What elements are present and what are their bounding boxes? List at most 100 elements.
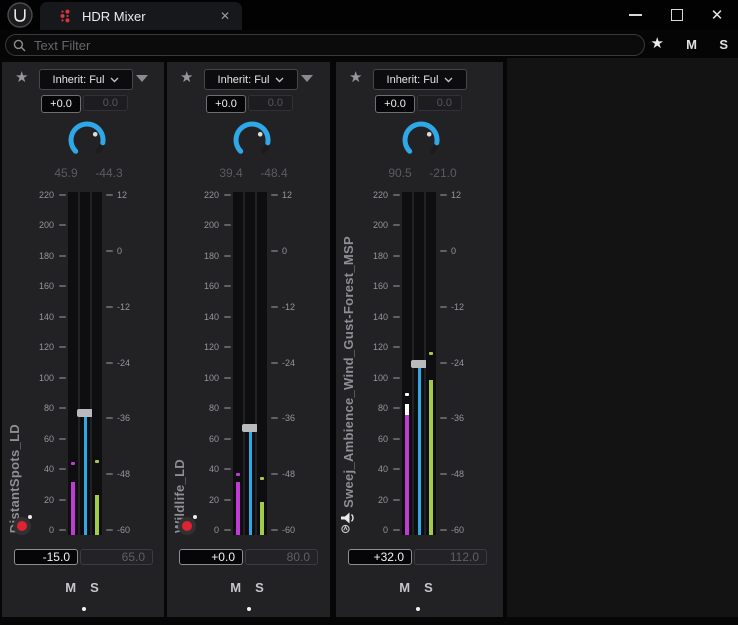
volume-scale-label: 180 xyxy=(167,251,231,261)
solo-all-button[interactable]: S xyxy=(719,37,728,52)
mute-button[interactable]: M xyxy=(230,580,241,595)
inherit-dropdown-label: Inherit: Ful xyxy=(386,73,439,86)
db-scale-label: -36 xyxy=(106,413,130,423)
solo-button[interactable]: S xyxy=(424,580,433,595)
gain-input[interactable]: +0.0 xyxy=(41,95,81,113)
db-scale-label: -48 xyxy=(440,469,464,479)
db-scale-label: -60 xyxy=(271,525,295,535)
db-scale-label: 0 xyxy=(106,246,122,256)
volume-scale-label: 220 xyxy=(2,190,66,200)
window-minimize-button[interactable] xyxy=(618,0,652,30)
preset-expand-arrow[interactable] xyxy=(136,75,148,82)
output-meter-track xyxy=(426,192,436,535)
inherit-dropdown[interactable]: Inherit: Ful xyxy=(373,69,467,90)
close-icon: ✕ xyxy=(710,6,724,24)
mixer-channel-strip: ★ Inherit: Ful +0.0 0.0 45.9 -44.3 220 20… xyxy=(2,62,164,617)
mixer-channel-strip: ★ Inherit: Ful +0.0 0.0 90.5 -21.0 220 20… xyxy=(336,62,503,617)
mute-solo-row: M S xyxy=(2,580,162,595)
mute-all-button[interactable]: M xyxy=(686,37,697,52)
solo-button[interactable]: S xyxy=(255,580,264,595)
db-scale-label: -24 xyxy=(106,358,130,368)
strip-indicator-dot xyxy=(82,607,86,611)
minimize-icon xyxy=(628,14,642,16)
search-icon xyxy=(13,39,26,51)
record-spark-dot xyxy=(193,515,197,519)
attenuation-input[interactable]: -15.0 xyxy=(14,549,78,565)
fader-level-line xyxy=(83,413,87,535)
volume-knob[interactable] xyxy=(399,118,443,162)
db-scale-label: -60 xyxy=(440,525,464,535)
record-dot xyxy=(17,521,27,531)
volume-scale-label: 80 xyxy=(167,403,231,413)
output-meter-bar xyxy=(95,495,99,535)
gain-input[interactable]: +0.0 xyxy=(375,95,415,113)
meter-readout-right: -48.4 xyxy=(260,166,288,180)
db-scale-label: -24 xyxy=(271,358,295,368)
knob-indicator-dot xyxy=(257,132,263,137)
db-scale-label: -36 xyxy=(271,413,295,423)
input-meter-bar xyxy=(405,414,409,535)
volume-knob[interactable] xyxy=(230,118,274,162)
window-maximize-button[interactable] xyxy=(660,0,694,30)
db-scale-label: -36 xyxy=(440,413,464,423)
hdr-mixer-window: { "window": { "tab": { "title": "HDR Mix… xyxy=(0,0,738,625)
output-level-value: 65.0 xyxy=(80,549,153,565)
record-arm-icon[interactable] xyxy=(178,515,197,535)
record-arm-icon[interactable] xyxy=(13,515,32,535)
volume-knob[interactable] xyxy=(65,118,109,162)
record-dot xyxy=(182,521,192,531)
db-scale-label: 12 xyxy=(440,190,461,200)
favorite-star-icon[interactable]: ★ xyxy=(180,70,193,86)
inherit-dropdown[interactable]: Inherit: Ful xyxy=(204,69,298,90)
fader-track[interactable] xyxy=(77,192,93,535)
mute-button[interactable]: M xyxy=(399,580,410,595)
volume-scale-label: 200 xyxy=(167,220,231,230)
favorite-star-icon[interactable]: ★ xyxy=(349,70,362,86)
db-scale-label: 12 xyxy=(271,190,292,200)
gain-secondary-value[interactable]: 0.0 xyxy=(83,95,128,111)
inherit-dropdown[interactable]: Inherit: Ful xyxy=(39,69,133,90)
volume-scale-label: 180 xyxy=(2,251,66,261)
window-close-button[interactable]: ✕ xyxy=(700,0,734,30)
mute-button[interactable]: M xyxy=(65,580,76,595)
gain-secondary-value[interactable]: 0.0 xyxy=(417,95,462,111)
fader-handle[interactable] xyxy=(242,424,258,433)
volume-scale-label: 140 xyxy=(2,312,66,322)
tab-hdr-mixer[interactable]: HDR Mixer ✕ xyxy=(40,2,242,30)
mute-solo-row: M S xyxy=(167,580,327,595)
favorite-star-icon[interactable]: ★ xyxy=(15,70,28,86)
output-meter-track xyxy=(257,192,267,535)
db-scale-label: 0 xyxy=(440,246,456,256)
meter-zone: 220 200 180 160 140 120 100 80 60 40 20 0 12 0 -12 -24… xyxy=(2,190,164,535)
fader-handle[interactable] xyxy=(77,409,93,418)
output-meter-track xyxy=(92,192,102,535)
preset-expand-arrow[interactable] xyxy=(301,75,313,82)
output-meter-peak-marker xyxy=(429,352,433,356)
db-scale-label: -60 xyxy=(106,525,130,535)
gain-secondary-value[interactable]: 0.0 xyxy=(248,95,293,111)
chevron-down-icon xyxy=(444,77,453,82)
input-meter-peak-marker xyxy=(71,461,75,465)
solo-button[interactable]: S xyxy=(90,580,99,595)
speaker-icon[interactable] xyxy=(339,509,359,535)
gain-input[interactable]: +0.0 xyxy=(206,95,246,113)
search-input[interactable] xyxy=(32,36,644,54)
record-spark-dot xyxy=(28,515,32,519)
fader-track[interactable] xyxy=(411,192,427,535)
db-scale-label: -48 xyxy=(106,469,130,479)
tab-close-icon[interactable]: ✕ xyxy=(220,9,230,23)
volume-scale-label: 100 xyxy=(167,373,231,383)
mixer-channel-strip: ★ Inherit: Ful +0.0 0.0 39.4 -48.4 220 20… xyxy=(167,62,330,617)
fader-track[interactable] xyxy=(242,192,258,535)
fader-level-line xyxy=(417,364,421,535)
favorites-filter-star-icon[interactable]: ★ xyxy=(651,35,664,53)
volume-scale-label: 100 xyxy=(2,373,66,383)
attenuation-input[interactable]: +32.0 xyxy=(348,549,412,565)
db-scale-label: -12 xyxy=(106,302,130,312)
inherit-dropdown-label: Inherit: Ful xyxy=(217,73,270,86)
fader-handle[interactable] xyxy=(411,360,427,369)
meter-readout-right: -21.0 xyxy=(429,166,457,180)
empty-panel xyxy=(507,58,738,617)
attenuation-input[interactable]: +0.0 xyxy=(179,549,243,565)
text-filter-field[interactable] xyxy=(5,34,645,56)
